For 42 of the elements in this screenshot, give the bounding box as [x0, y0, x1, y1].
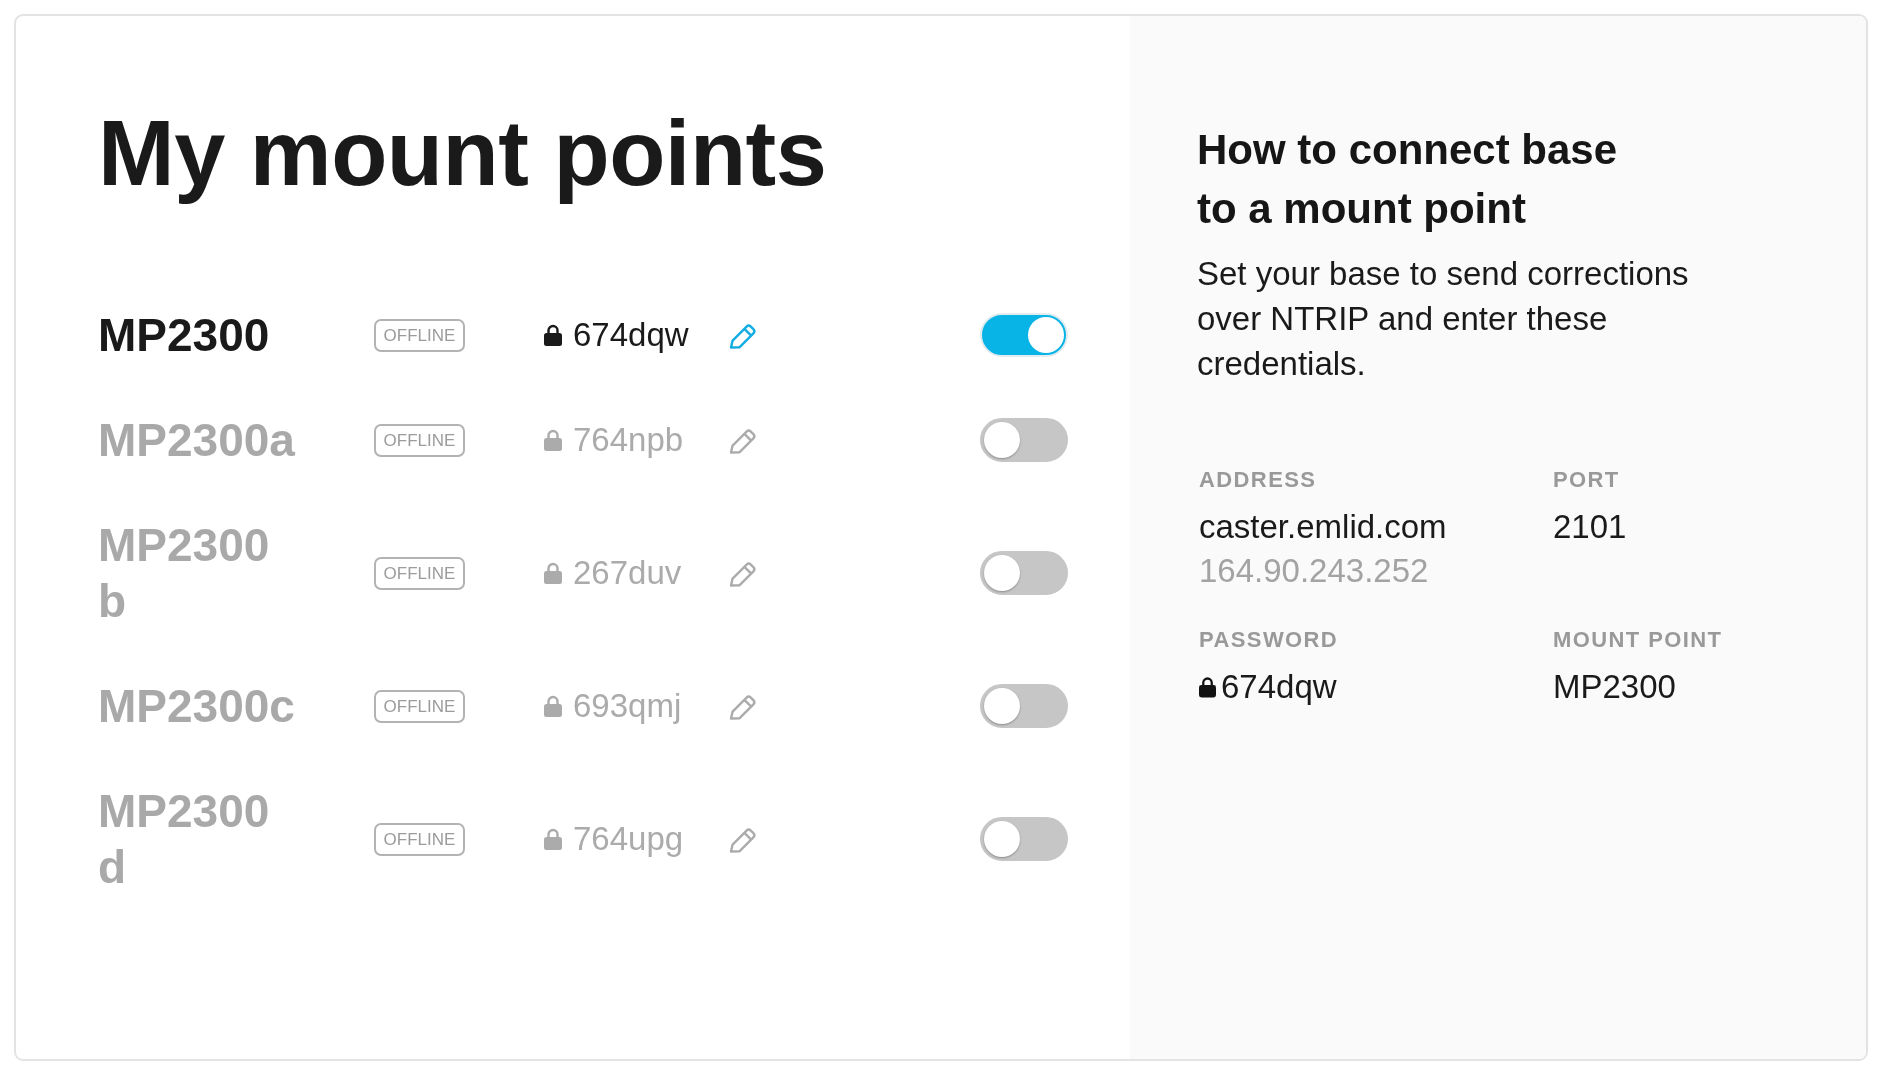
password-text: 764npb	[573, 420, 684, 460]
mount-point-name: MP2300a	[98, 413, 296, 468]
pencil-icon[interactable]	[729, 559, 758, 587]
password-text: 764upg	[573, 819, 684, 859]
pencil-icon[interactable]	[729, 426, 758, 454]
mount-point-name: MP2300c	[98, 679, 296, 734]
mount-point-name: MP2300	[98, 308, 271, 363]
password-text: 267duv	[573, 553, 682, 593]
credential-label: PASSWORD	[1199, 626, 1339, 654]
pencil-icon[interactable]	[729, 321, 758, 349]
password-text: 693qmj	[573, 686, 682, 726]
pencil-icon[interactable]	[729, 825, 758, 853]
help-heading: How to connect base to a mount point	[1197, 125, 1619, 234]
toggle-switch[interactable]	[980, 551, 1068, 595]
credential-value: 2101	[1553, 507, 1627, 547]
credential-value: MP2300	[1553, 667, 1676, 707]
page-title: My mount points	[98, 101, 828, 206]
mount-point-name: MP2300b	[98, 518, 271, 629]
status-badge: OFFLINE	[374, 423, 465, 457]
credential-value: caster.emlid.com	[1199, 507, 1447, 547]
credential-label: MOUNT POINT	[1553, 626, 1723, 654]
lock-icon	[544, 828, 562, 850]
lock-icon	[544, 562, 562, 584]
password-text: 674dqw	[573, 315, 689, 355]
credential-label: ADDRESS	[1199, 466, 1317, 494]
toggle-switch[interactable]	[980, 418, 1068, 462]
lock-icon	[544, 324, 562, 346]
credential-label: PORT	[1553, 466, 1620, 494]
credential-value: 674dqw	[1221, 667, 1337, 707]
pencil-icon[interactable]	[729, 692, 758, 720]
status-badge: OFFLINE	[374, 318, 465, 352]
lock-icon	[544, 429, 562, 451]
help-text: Set your base to send corrections over NTRIP and enter these credentials.	[1197, 254, 1690, 384]
mount-point-name: MP2300d	[98, 784, 271, 895]
lock-icon	[544, 695, 562, 717]
status-badge: OFFLINE	[374, 822, 465, 856]
toggle-switch[interactable]	[980, 817, 1068, 861]
status-badge: OFFLINE	[374, 556, 465, 590]
lock-icon	[1199, 676, 1216, 698]
toggle-switch[interactable]	[980, 684, 1068, 728]
status-badge: OFFLINE	[374, 689, 465, 723]
ip-address-text: 164.90.243.252	[1199, 551, 1429, 591]
